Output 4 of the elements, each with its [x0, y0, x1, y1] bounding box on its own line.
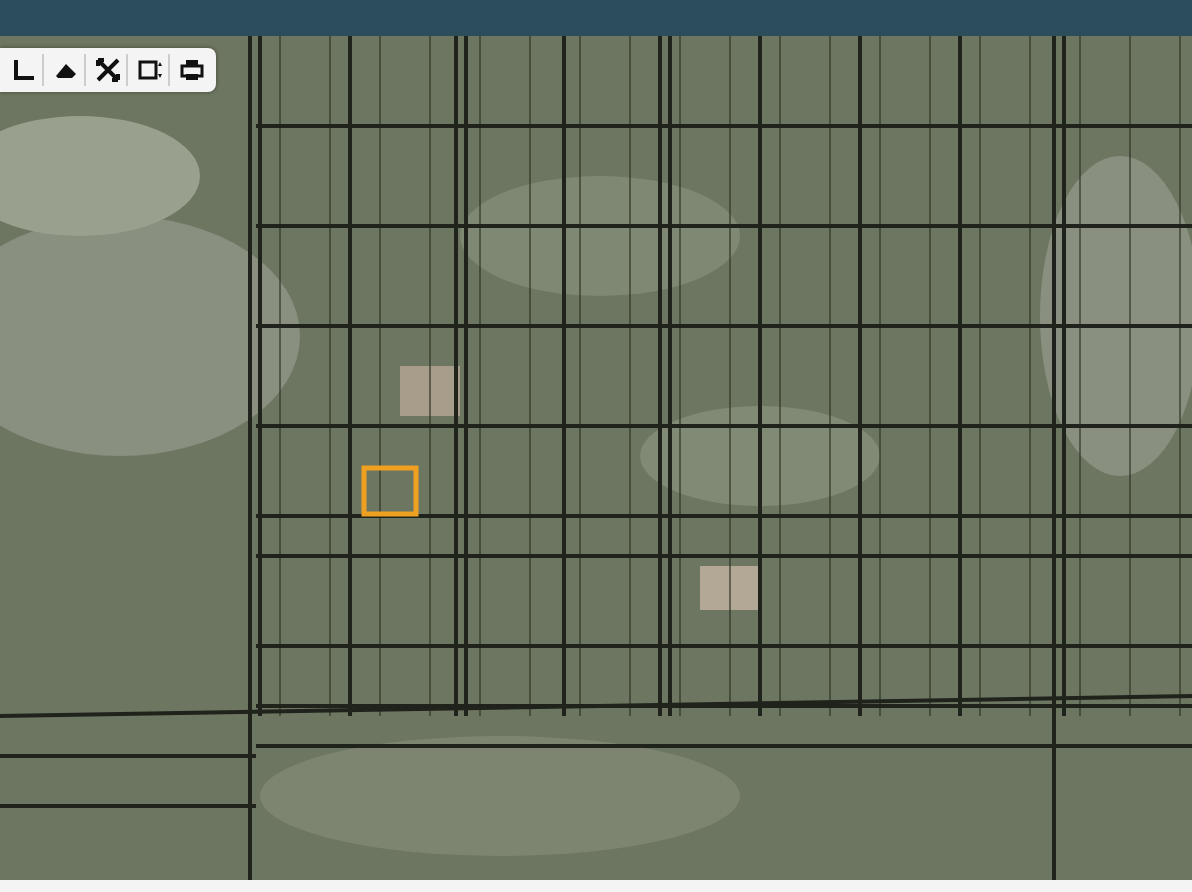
clearing-patch — [700, 566, 760, 610]
fullscreen-icon[interactable] — [90, 54, 128, 86]
satellite-map-drawing[interactable] — [0, 36, 1192, 880]
clearing-patch — [400, 366, 460, 416]
